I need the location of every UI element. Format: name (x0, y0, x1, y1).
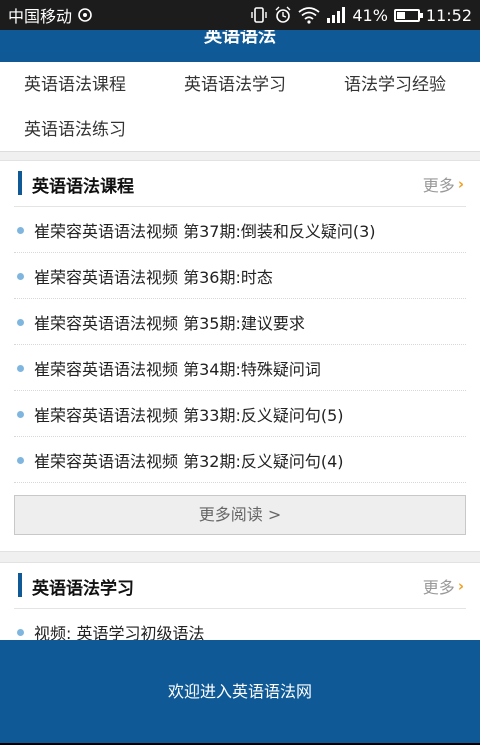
footer-text: 欢迎进入英语语法网 (167, 682, 312, 701)
list-item[interactable]: 崔荣容英语语法视频 第33期:反义疑问句(5) (14, 391, 466, 437)
nav-item-courses[interactable]: 英语语法课程 (24, 70, 126, 95)
list-item-text: 崔荣容英语语法视频 第36期:时态 (34, 267, 273, 287)
more-label: 更多 (422, 578, 455, 597)
list-item[interactable]: 崔荣容英语语法视频 第36期:时态 (14, 253, 466, 299)
bullet-icon (17, 457, 24, 464)
courses-section: 英语语法课程 更多 › 崔荣容英语语法视频 第37期:倒装和反义疑问(3) 崔荣… (0, 160, 480, 552)
category-nav: 英语语法课程 英语语法学习 语法学习经验 英语语法练习 (0, 62, 480, 152)
list-item-text: 崔荣容英语语法视频 第33期:反义疑问句(5) (34, 405, 344, 425)
courses-list: 崔荣容英语语法视频 第37期:倒装和反义疑问(3) 崔荣容英语语法视频 第36期… (14, 207, 466, 483)
courses-section-header: 英语语法课程 更多 › (14, 161, 466, 207)
clock: 11:52 (425, 5, 472, 25)
bullet-icon (17, 365, 24, 372)
list-item-text: 崔荣容英语语法视频 第37期:倒装和反义疑问(3) (34, 221, 376, 241)
alarm-icon (275, 6, 291, 23)
courses-more-link[interactable]: 更多 › (423, 172, 464, 196)
app-title: 英语语法 (204, 30, 276, 47)
signal-icon (327, 7, 346, 23)
bullet-icon (17, 411, 24, 418)
bullet-icon (17, 273, 24, 280)
battery-icon (393, 8, 423, 22)
battery-percent: 41% (352, 5, 388, 25)
bullet-icon (17, 319, 24, 326)
app-bar: 英语语法 (0, 30, 480, 62)
carrier-label: 中国移动 (8, 7, 73, 26)
list-item[interactable]: 崔荣容英语语法视频 第35期:建议要求 (14, 299, 466, 345)
nav-item-experience[interactable]: 语法学习经验 (344, 70, 446, 95)
list-item[interactable]: 崔荣容英语语法视频 第37期:倒装和反义疑问(3) (14, 207, 466, 253)
courses-section-title: 英语语法课程 (32, 177, 134, 197)
bullet-icon (17, 227, 24, 234)
read-more-button[interactable]: 更多阅读 > (14, 495, 466, 535)
nav-item-study[interactable]: 英语语法学习 (184, 70, 286, 95)
bullet-icon (17, 629, 24, 636)
list-item-text: 崔荣容英语语法视频 第35期:建议要求 (34, 313, 305, 333)
study-section: 英语语法学习 更多 › 视频: 英语学习初级语法 (0, 562, 480, 655)
list-item-text: 崔荣容英语语法视频 第34期:特殊疑问词 (34, 359, 321, 379)
nav-item-practice[interactable]: 英语语法练习 (24, 115, 126, 140)
list-item[interactable]: 崔荣容英语语法视频 第34期:特殊疑问词 (14, 345, 466, 391)
nfc-icon (78, 8, 92, 22)
list-item-text: 崔荣容英语语法视频 第32期:反义疑问句(4) (34, 451, 344, 471)
section-accent-bar (18, 171, 22, 195)
list-item[interactable]: 崔荣容英语语法视频 第32期:反义疑问句(4) (14, 437, 466, 483)
study-section-header: 英语语法学习 更多 › (14, 563, 466, 609)
chevron-right-icon: › (457, 175, 464, 193)
chevron-right-icon: › (457, 577, 464, 595)
vibrate-icon (251, 7, 268, 23)
study-more-link[interactable]: 更多 › (423, 574, 464, 598)
study-section-title: 英语语法学习 (32, 579, 134, 599)
more-label: 更多 (422, 176, 455, 195)
wifi-icon (298, 7, 320, 24)
status-bar: 中国移动 41% 11:52 (0, 0, 480, 30)
footer-banner[interactable]: 欢迎进入英语语法网 (0, 640, 480, 743)
section-accent-bar (18, 573, 22, 597)
